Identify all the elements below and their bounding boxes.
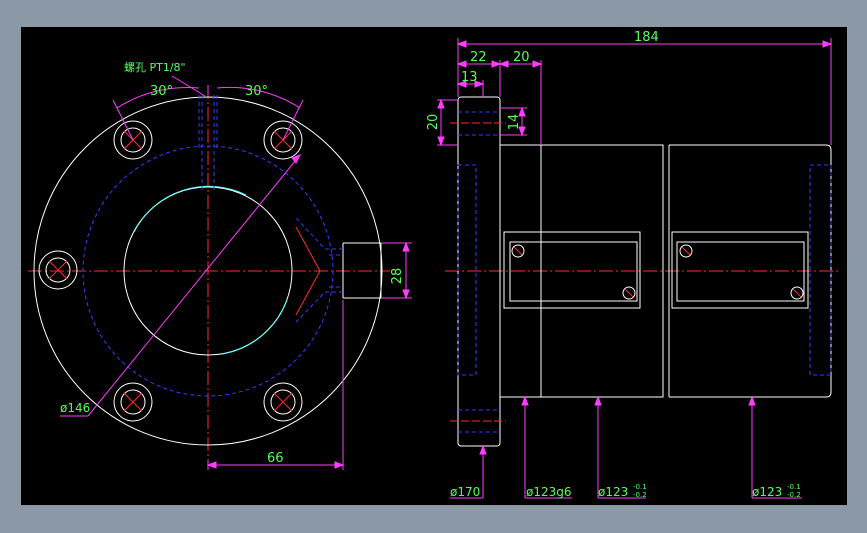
- dim-66-label: 66: [267, 451, 284, 466]
- drawing-canvas: 螺孔 PT1/8" 30° 30° ø146 66 28 184 22 20 1…: [21, 27, 847, 505]
- drawing-svg: 螺孔 PT1/8" 30° 30° ø146 66 28 184 22 20 1…: [28, 30, 840, 499]
- body-end-hidden: [809, 164, 832, 376]
- tol-b-upper: -0.1: [787, 483, 801, 491]
- dia-123b-label: ø123: [752, 485, 782, 499]
- dia-123g6-label: ø123g6: [526, 485, 572, 499]
- tol-a-lower: -0.2: [633, 491, 647, 499]
- bolt-hole-left: [38, 250, 78, 290]
- dim-146-leader: [60, 154, 302, 417]
- dim-22-label: 22: [470, 50, 487, 65]
- bore-highlight-arc-lower: [221, 299, 288, 355]
- cad-window: 螺孔 PT1/8" 30° 30° ø146 66 28 184 22 20 1…: [0, 0, 867, 533]
- dim-20-top-label: 20: [513, 50, 530, 65]
- thread-leader: [171, 75, 206, 97]
- right-view: [437, 38, 840, 499]
- port-hidden-lines-2: [295, 291, 343, 323]
- angle-left-label: 30°: [150, 84, 173, 99]
- tol-b-lower: -0.2: [787, 491, 801, 499]
- window-1-outer: [503, 231, 641, 309]
- dim-146-label: ø146: [60, 401, 90, 415]
- dim-14-label: 14: [507, 114, 522, 131]
- dia-170-label: ø170: [450, 485, 480, 499]
- dia-leaders: [450, 395, 802, 499]
- dim-28-label: 28: [390, 268, 405, 285]
- window-2-outer: [671, 231, 809, 309]
- dia-123a-label: ø123: [598, 485, 628, 499]
- dim-13-label: 13: [461, 70, 478, 85]
- bolt-hole-bottom-left: [113, 382, 153, 422]
- bolt-hole-bottom-right: [263, 382, 303, 422]
- thread-note: 螺孔 PT1/8": [124, 61, 186, 74]
- dim-20-left-label: 20: [426, 114, 441, 131]
- bore-highlight-arc: [133, 185, 247, 233]
- flange-plate-hidden: [457, 164, 477, 376]
- port-hidden-lines: [295, 217, 343, 250]
- dim-184-label: 184: [634, 30, 659, 45]
- tol-a-upper: -0.1: [633, 483, 647, 491]
- angle-right-label: 30°: [245, 84, 268, 99]
